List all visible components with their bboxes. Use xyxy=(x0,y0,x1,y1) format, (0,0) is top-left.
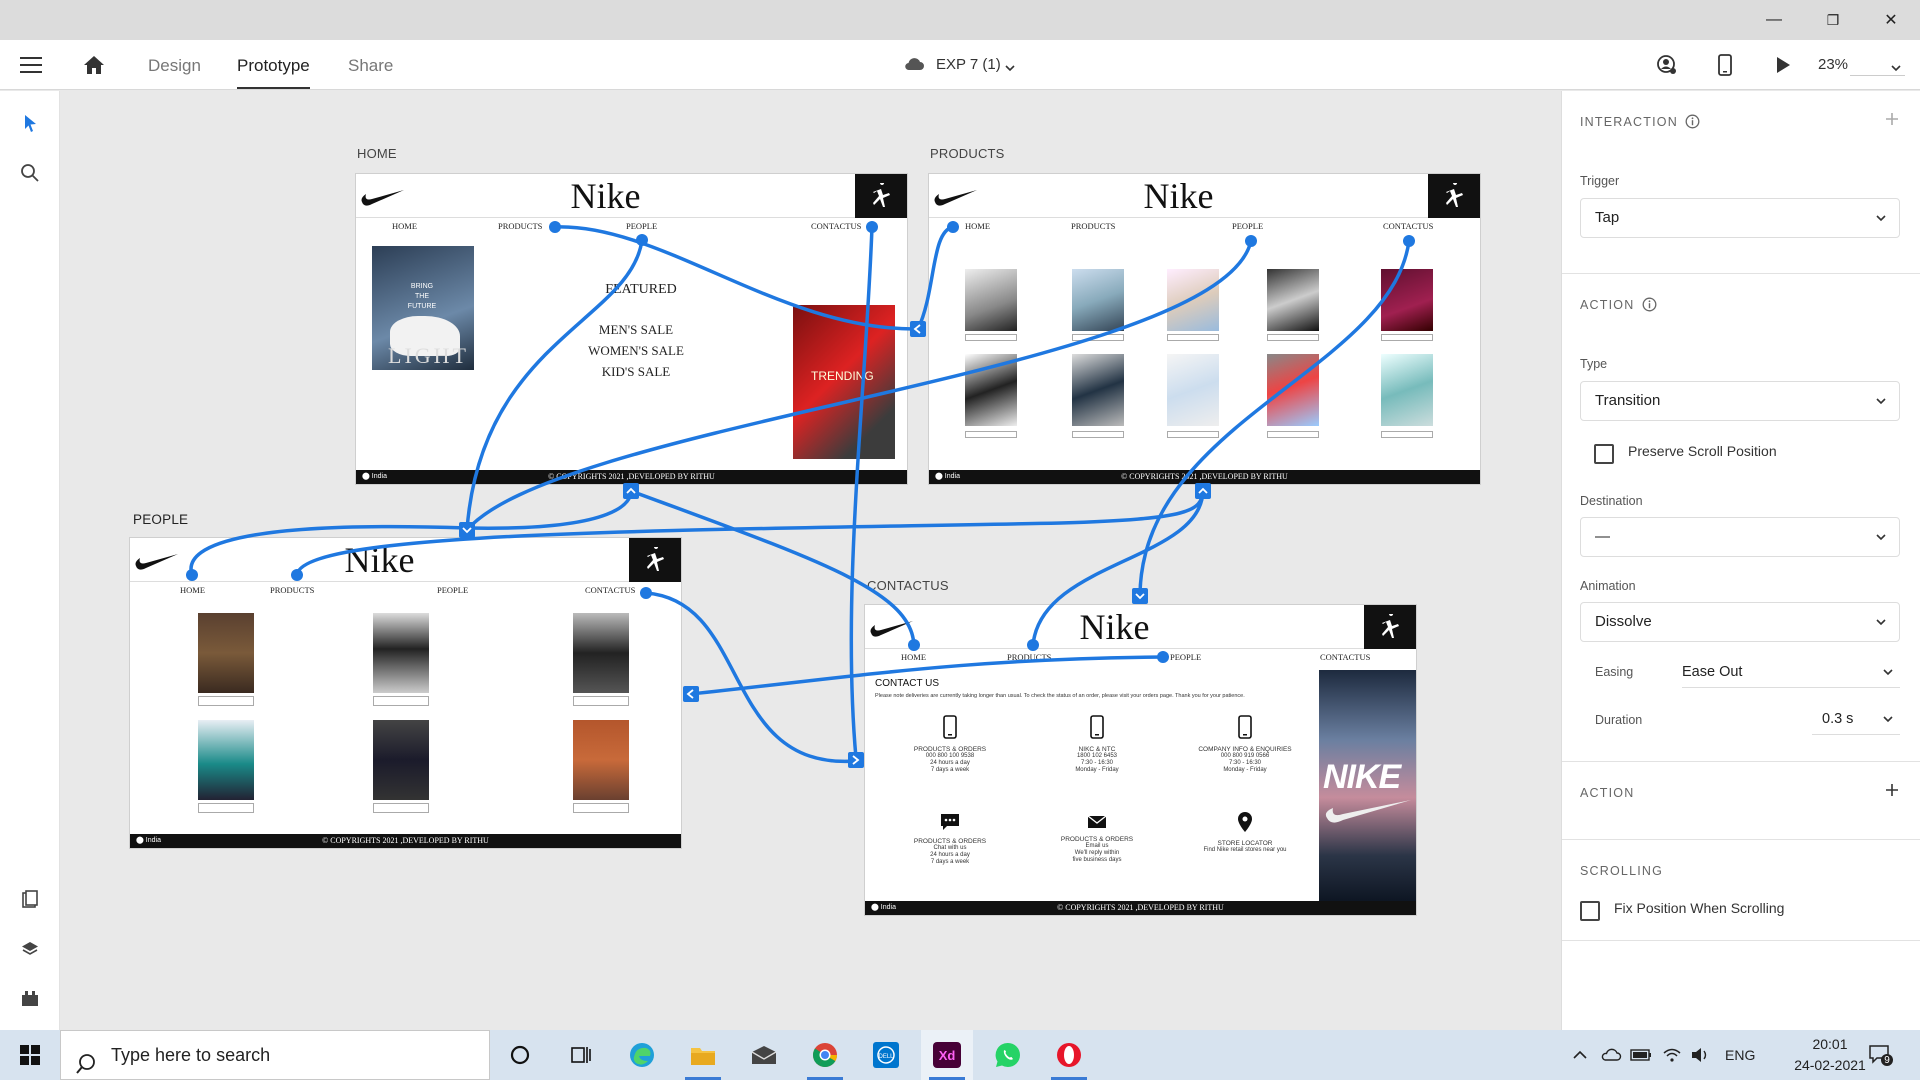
trigger-dropdown[interactable]: Tap xyxy=(1580,198,1900,238)
info-icon[interactable] xyxy=(1685,114,1700,129)
divider xyxy=(1562,940,1920,941)
property-inspector: INTERACTION Trigger Tap ACTION Type Tran… xyxy=(1561,91,1920,1030)
wire-contact-to-home[interactable] xyxy=(629,489,916,647)
plugins-icon[interactable] xyxy=(16,984,44,1012)
wire-contact-to-people[interactable] xyxy=(689,655,1165,696)
assets-icon[interactable] xyxy=(16,885,44,913)
wire-home-to-products[interactable] xyxy=(553,225,920,331)
tab-prototype[interactable]: Prototype xyxy=(237,40,310,90)
divider xyxy=(1562,273,1920,274)
divider xyxy=(1562,839,1920,840)
scrolling-title: SCROLLING xyxy=(1580,864,1664,878)
search-icon[interactable] xyxy=(16,159,44,187)
home-icon[interactable] xyxy=(82,54,106,76)
hamburger-menu-icon[interactable] xyxy=(20,56,42,74)
duration-label: Duration xyxy=(1595,713,1643,727)
wire-home-to-contact[interactable] xyxy=(849,225,874,760)
design-canvas[interactable]: HOME Nike HOME PRODUCTS PEOPLE CONTACTUS… xyxy=(61,91,1561,1030)
divider xyxy=(1562,761,1920,762)
taskbar-search-input[interactable]: Type here to search xyxy=(60,1030,490,1080)
search-icon xyxy=(75,1045,97,1080)
preserve-scroll-label: Preserve Scroll Position xyxy=(1628,443,1777,459)
action-title: ACTION xyxy=(1580,298,1635,312)
layers-icon[interactable] xyxy=(16,935,44,963)
zoom-level[interactable]: 23% xyxy=(1818,40,1848,90)
svg-text:Xd: Xd xyxy=(939,1048,956,1063)
wifi-icon[interactable] xyxy=(1662,1030,1682,1080)
add-action-icon[interactable] xyxy=(1884,782,1900,798)
window-title-bar: — ❐ ✕ xyxy=(0,0,1920,40)
wire-people-to-contact[interactable] xyxy=(644,591,858,763)
svg-text:DELL: DELL xyxy=(878,1054,894,1060)
play-preview-icon[interactable] xyxy=(1772,54,1794,76)
chevron-down-icon xyxy=(1882,703,1894,747)
info-icon[interactable] xyxy=(1642,297,1657,312)
wire-home-to-people[interactable] xyxy=(465,238,644,532)
add-interaction-icon[interactable] xyxy=(1884,111,1900,127)
destination-label: Destination xyxy=(1580,494,1643,508)
close-button[interactable]: ✕ xyxy=(1862,0,1920,40)
chevron-down-icon xyxy=(1882,656,1894,700)
document-name[interactable]: EXP 7 (1) xyxy=(936,40,1001,90)
duration-dropdown[interactable]: 0.3 s xyxy=(1812,703,1900,735)
whatsapp-icon[interactable] xyxy=(982,1030,1034,1080)
fix-position-label: Fix Position When Scrolling xyxy=(1614,900,1785,916)
easing-label: Easing xyxy=(1595,665,1634,679)
chevron-down-icon xyxy=(1875,518,1887,571)
tab-design[interactable]: Design xyxy=(148,40,201,90)
left-toolbar xyxy=(0,91,60,1030)
task-view-icon[interactable] xyxy=(555,1030,607,1080)
animation-label: Animation xyxy=(1580,579,1636,593)
easing-dropdown[interactable]: Ease Out xyxy=(1682,656,1900,688)
zoom-underline xyxy=(1850,75,1905,76)
adobe-xd-icon[interactable]: Xd xyxy=(921,1030,973,1080)
chevron-down-icon[interactable] xyxy=(1004,60,1016,72)
animation-dropdown[interactable]: Dissolve xyxy=(1580,602,1900,642)
notification-count: 9 xyxy=(1884,1055,1890,1066)
wire-products-to-home[interactable] xyxy=(916,225,955,331)
windows-start-icon[interactable] xyxy=(4,1030,56,1080)
select-tool-icon[interactable] xyxy=(16,109,44,137)
tab-share[interactable]: Share xyxy=(348,40,393,90)
wire-products-to-people[interactable] xyxy=(465,239,1253,532)
windows-taskbar: Type here to search DELL Xd ENG 20:01 24… xyxy=(0,1030,1920,1080)
prototype-wires[interactable] xyxy=(61,91,1561,1030)
chevron-down-icon xyxy=(1875,382,1887,435)
user-share-icon[interactable] xyxy=(1655,53,1679,77)
show-hidden-icons-icon[interactable] xyxy=(1572,1030,1588,1080)
cortana-icon[interactable] xyxy=(494,1030,546,1080)
minimize-button[interactable]: — xyxy=(1745,0,1803,40)
trigger-label: Trigger xyxy=(1580,174,1620,188)
wire-people-to-products[interactable] xyxy=(295,489,1205,577)
wire-products-to-contact[interactable] xyxy=(1138,239,1411,598)
mobile-preview-icon[interactable] xyxy=(1715,53,1735,77)
fix-position-checkbox[interactable] xyxy=(1580,901,1600,921)
type-label: Type xyxy=(1580,357,1608,371)
action2-title: ACTION xyxy=(1580,786,1635,800)
file-explorer-icon[interactable] xyxy=(677,1030,729,1080)
maximize-button[interactable]: ❐ xyxy=(1804,0,1862,40)
edge-browser-icon[interactable] xyxy=(616,1030,668,1080)
app-header: Design Prototype Share EXP 7 (1) 23% xyxy=(0,40,1920,90)
volume-icon[interactable] xyxy=(1690,1030,1710,1080)
zoom-chevron-down-icon[interactable] xyxy=(1890,60,1902,72)
interaction-title: INTERACTION xyxy=(1580,115,1678,129)
destination-dropdown[interactable]: — xyxy=(1580,517,1900,557)
preserve-scroll-checkbox[interactable] xyxy=(1594,444,1614,464)
chrome-browser-icon[interactable] xyxy=(799,1030,851,1080)
battery-icon[interactable] xyxy=(1630,1030,1652,1080)
language-indicator[interactable]: ENG xyxy=(1725,1030,1755,1080)
dell-app-icon[interactable]: DELL xyxy=(860,1030,912,1080)
opera-browser-icon[interactable] xyxy=(1043,1030,1095,1080)
chevron-down-icon xyxy=(1875,603,1887,656)
cloud-icon xyxy=(903,54,925,74)
chevron-down-icon xyxy=(1875,199,1887,252)
onedrive-icon[interactable] xyxy=(1600,1030,1622,1080)
type-dropdown[interactable]: Transition xyxy=(1580,381,1900,421)
mail-app-icon[interactable] xyxy=(738,1030,790,1080)
